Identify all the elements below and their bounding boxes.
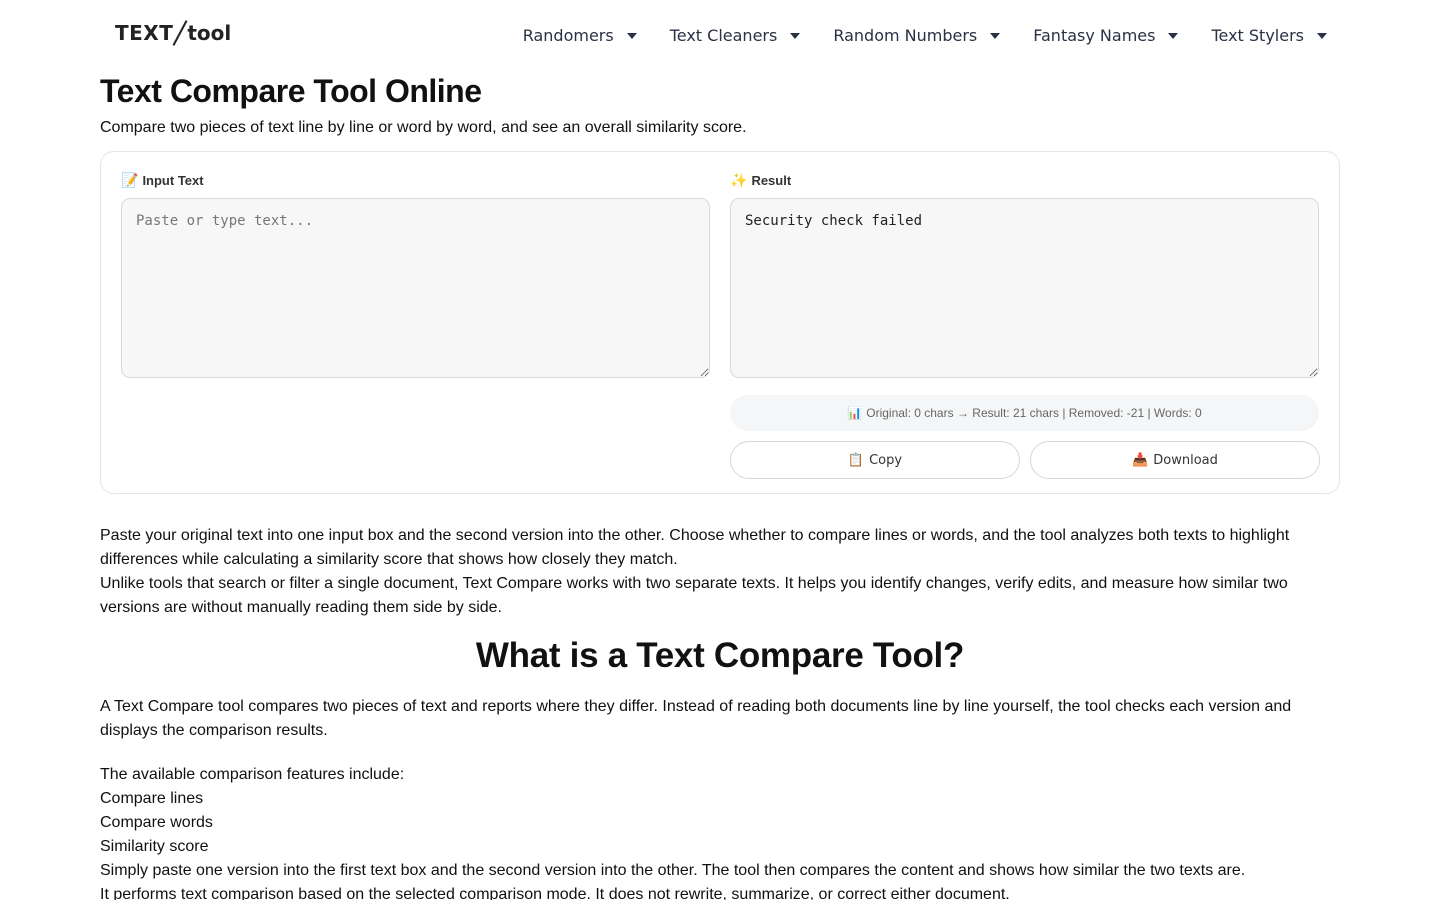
logo-text-primary: TEXT	[115, 21, 174, 45]
logo-slash-icon	[172, 20, 188, 46]
input-textarea[interactable]	[121, 198, 710, 378]
input-text-label-text: Input Text	[142, 173, 204, 188]
features-intro: The available comparison features includ…	[100, 766, 405, 783]
result-label-text: Result	[751, 173, 792, 188]
feature-item: Similarity score	[100, 838, 209, 855]
result-textarea[interactable]	[730, 198, 1319, 378]
nav-text-cleaners[interactable]: Text Cleaners	[670, 26, 801, 45]
nav-fantasy-names-label: Fantasy Names	[1033, 25, 1156, 45]
nav-text-cleaners-label: Text Cleaners	[669, 25, 778, 45]
paragraph-difference: Unlike tools that search or filter a sin…	[100, 575, 1288, 616]
compare-tool-card: 📝 Input Text ✨ Result 📊 Original: 0 char…	[100, 151, 1340, 494]
inbox-tray-icon: 📥	[1132, 452, 1149, 468]
site-header: TEXT tool Randomers Text Cleaners Random…	[0, 0, 1440, 70]
nav-fantasy-names[interactable]: Fantasy Names	[1033, 25, 1179, 45]
nav-text-stylers[interactable]: Text Stylers	[1211, 26, 1327, 45]
paragraph-mode-note: It performs text comparison based on the…	[100, 886, 1010, 900]
paragraph-definition: A Text Compare tool compares two pieces …	[100, 698, 1292, 739]
nav-random-numbers[interactable]: Random Numbers	[833, 25, 1001, 45]
nav-randomers-label: Randomers	[522, 25, 614, 45]
nav-text-stylers-label: Text Stylers	[1211, 25, 1304, 45]
stats-text: Original: 0 chars → Result: 21 chars | R…	[866, 406, 1202, 420]
logo-text-secondary: tool	[187, 21, 232, 45]
caret-down-icon	[626, 33, 637, 39]
nav-random-numbers-label: Random Numbers	[833, 25, 978, 45]
input-text-label: 📝 Input Text	[121, 172, 204, 189]
caret-down-icon	[1317, 33, 1327, 39]
caret-down-icon	[990, 33, 1001, 39]
page-title: Text Compare Tool Online	[100, 73, 482, 109]
page-subtitle: Compare two pieces of text line by line …	[100, 119, 747, 136]
nav-randomers[interactable]: Randomers	[523, 26, 637, 45]
feature-item: Compare lines	[100, 790, 204, 807]
paragraph-instructions: Simply paste one version into the first …	[100, 862, 1246, 879]
copy-button-label: Copy	[869, 452, 903, 468]
stats-bar: 📊 Original: 0 chars → Result: 21 chars |…	[730, 395, 1319, 431]
memo-icon: 📝	[121, 172, 139, 188]
bar-chart-icon: 📊	[847, 406, 863, 420]
site-logo[interactable]: TEXT tool	[115, 18, 231, 48]
copy-button[interactable]: 📋 Copy	[730, 441, 1020, 479]
caret-down-icon	[1168, 33, 1179, 39]
section-heading-what-is: What is a Text Compare Tool?	[475, 636, 965, 675]
download-button-label: Download	[1153, 452, 1218, 468]
result-label: ✨ Result	[730, 172, 791, 189]
sparkles-icon: ✨	[730, 172, 748, 188]
download-button[interactable]: 📥 Download	[1030, 441, 1320, 479]
main-nav: Randomers Text Cleaners Random Numbers F…	[523, 22, 1327, 48]
clipboard-icon: 📋	[847, 452, 865, 468]
caret-down-icon	[790, 33, 801, 39]
paragraph-how-to-use: Paste your original text into one input …	[100, 527, 1290, 568]
feature-item: Compare words	[100, 814, 213, 831]
